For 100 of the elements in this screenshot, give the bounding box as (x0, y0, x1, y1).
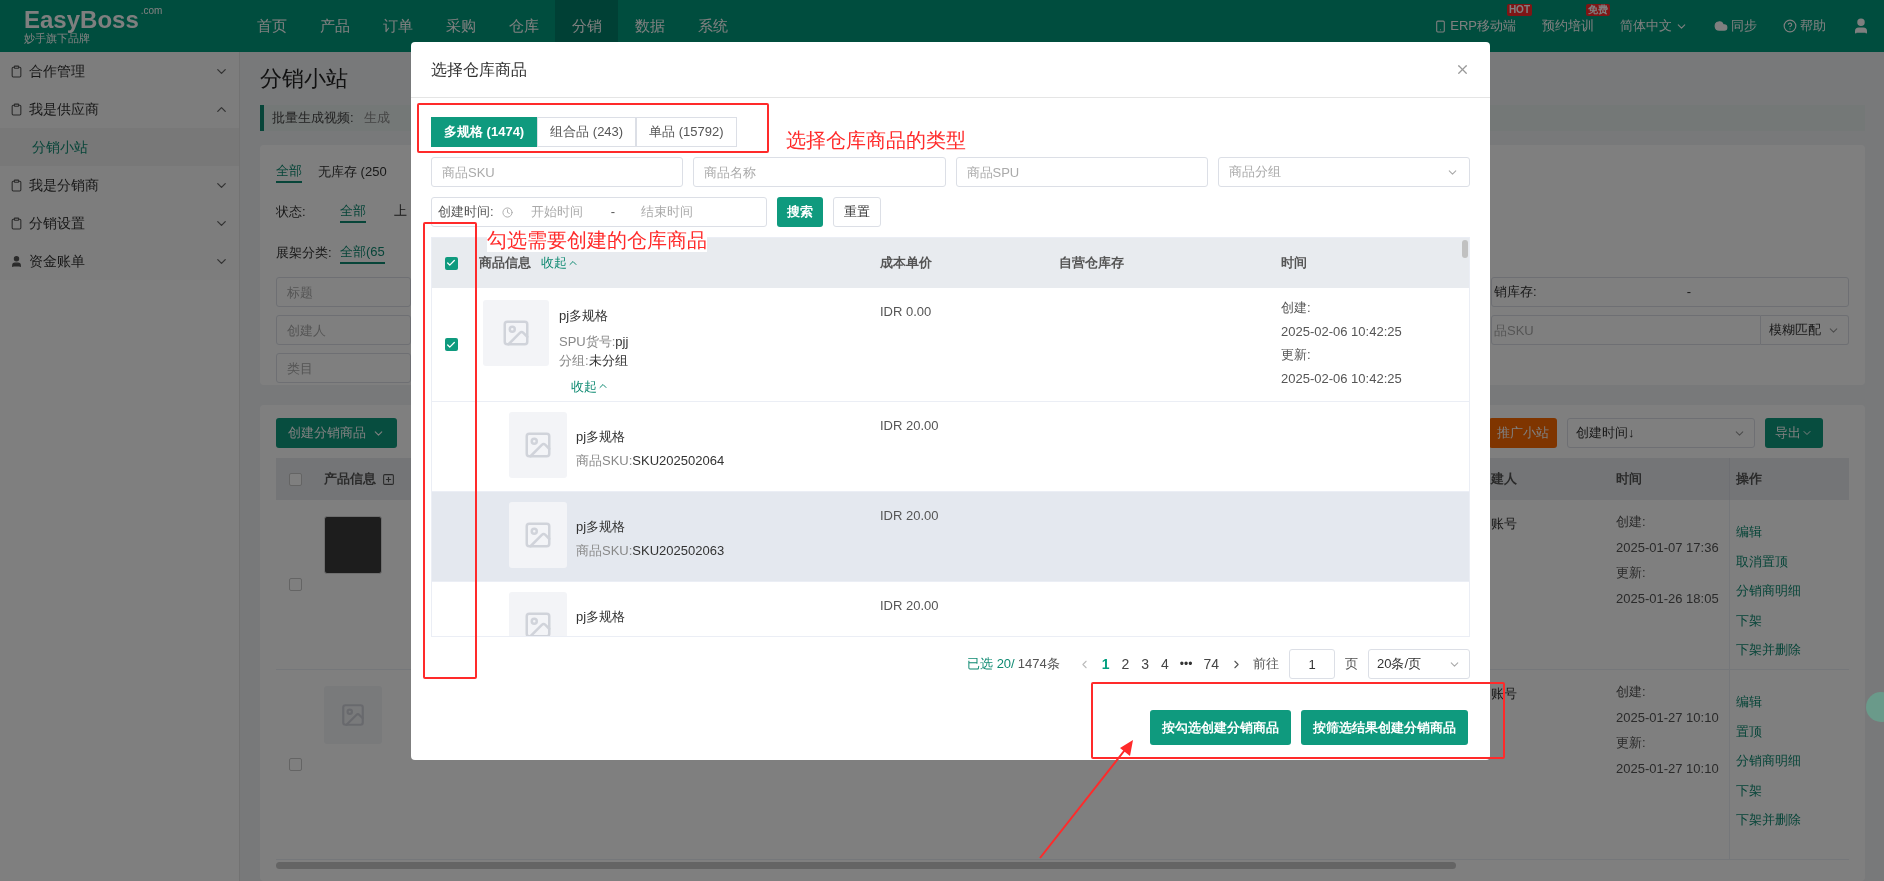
sidebar-item-label: 合作管理 (29, 61, 85, 81)
page-number[interactable]: 4 (1160, 653, 1170, 675)
type-tab[interactable]: 单品 (15792) (636, 117, 737, 147)
action-link[interactable]: 下架并删除 (1736, 640, 1801, 660)
row-checkbox[interactable] (444, 338, 458, 351)
nav-link[interactable]: 预约培训 (1542, 16, 1594, 36)
export-button[interactable]: 导出 (1765, 418, 1823, 448)
total-count: 1474条 (1017, 655, 1060, 674)
promote-button[interactable]: 推广小站 (1489, 418, 1557, 448)
nav-link[interactable]: 同步 (1714, 16, 1757, 36)
sku-value: SKU202502064 (632, 451, 725, 470)
page-number[interactable]: 2 (1120, 653, 1131, 675)
spu-value: pjj (615, 332, 629, 351)
create-distribution-button[interactable]: 按筛选结果创建分销商品 (1301, 710, 1468, 745)
date-range-field[interactable]: 创建时间: 开始时间 - 结束时间 (431, 197, 767, 227)
status-label: 状态: (276, 203, 307, 222)
column-header: 时间 (1281, 254, 1307, 273)
help-icon (1783, 19, 1797, 33)
selected-count: 已选 20/ (967, 655, 1015, 674)
select-all-checkbox[interactable] (288, 472, 302, 486)
goto-label: 前往 (1253, 655, 1279, 674)
action-link[interactable]: 分销商明细 (1736, 751, 1801, 771)
stock-field[interactable]: 销库存: - (1491, 277, 1849, 307)
nav-menu-item[interactable]: 首页 (240, 0, 303, 52)
filter-input[interactable]: 商品SPU (955, 157, 1208, 187)
filter-input[interactable]: 商品名称 (693, 157, 946, 187)
page-number[interactable]: 74 (1202, 653, 1220, 675)
time-label: 创建: (1281, 299, 1312, 317)
create-button[interactable]: 创建分销商品 (276, 418, 397, 448)
create-distribution-button[interactable]: 按勾选创建分销商品 (1150, 710, 1291, 745)
column-header: 操作 (1729, 458, 1849, 500)
group-select[interactable]: 商品分组 (1217, 157, 1470, 187)
column-header: 时间 (1616, 470, 1643, 489)
action-link[interactable]: 下架 (1736, 780, 1762, 800)
photo-placeholder (324, 516, 382, 574)
filter-option[interactable]: 无库存 (250 (318, 162, 387, 182)
horizontal-scrollbar[interactable] (276, 862, 1456, 869)
column-header: 建人 (1491, 470, 1518, 489)
nav-menu-item[interactable]: 产品 (303, 0, 366, 52)
action-link[interactable]: 编辑 (1736, 692, 1762, 712)
row-checkbox[interactable] (288, 758, 302, 771)
row-checkbox[interactable] (288, 578, 302, 591)
action-link[interactable]: 下架并删除 (1736, 810, 1801, 830)
search-button[interactable]: 搜索 (777, 197, 823, 227)
page-size-select[interactable]: 20条/页 (1368, 649, 1470, 679)
action-link[interactable]: 分销商明细 (1736, 581, 1801, 601)
nav-link[interactable]: 帮助 (1783, 16, 1826, 36)
page-number[interactable]: 1 (1100, 653, 1111, 675)
clock-icon (501, 206, 513, 218)
column-header: 成本单价 (880, 254, 933, 273)
action-link[interactable]: 编辑 (1736, 522, 1762, 542)
column-header: 商品信息 (479, 254, 531, 273)
collapse-link[interactable]: 收起 (571, 376, 629, 396)
time-label: 更新: (1616, 734, 1647, 752)
variant-name: pj多规格 (576, 428, 627, 446)
group-value: 未分组 (588, 352, 628, 370)
time-value: 2025-01-27 10:10 (1616, 759, 1720, 778)
filter-input[interactable]: 商品SKU (431, 157, 684, 187)
sidebar-item-label: 资金账单 (29, 251, 85, 271)
type-tab[interactable]: 多规格 (1474) (431, 117, 538, 147)
user-icon[interactable] (1852, 17, 1870, 35)
match-select[interactable]: 模糊匹配 (1761, 315, 1849, 345)
nav-link[interactable]: ERP移动端 (1434, 16, 1516, 36)
variant-name: pj多规格 (576, 608, 626, 626)
filter-option[interactable]: 全部 (276, 161, 302, 183)
phone-icon (1434, 19, 1448, 33)
select-all-checkbox[interactable] (444, 256, 458, 270)
annotation-text: 勾选需要创建的仓库商品 (487, 228, 707, 252)
stock-value: - (1686, 283, 1691, 302)
time-label: 更新: (1281, 346, 1312, 364)
action-link[interactable]: 取消置顶 (1736, 551, 1788, 571)
sidebar-item-label: 分销设置 (29, 213, 85, 233)
badge: 免费 (1586, 4, 1610, 17)
sku-value: SKU202502063 (632, 541, 725, 560)
filter-option[interactable]: 全部 (340, 201, 366, 223)
page-number[interactable]: 3 (1140, 653, 1150, 675)
sidebar-subitem[interactable]: 分销小站 (0, 128, 239, 166)
variant-row[interactable]: pj多规格 商品SKU:SKU202502063 IDR 20.00 (432, 492, 1469, 582)
nav-link[interactable]: 简体中文 (1620, 16, 1688, 36)
logo-text: EasyBoss (24, 7, 139, 32)
action-link[interactable]: 置顶 (1736, 721, 1762, 741)
page-unit: 页 (1345, 655, 1358, 674)
action-link[interactable]: 下架 (1736, 610, 1762, 630)
type-tab[interactable]: 组合品 (243) (537, 117, 637, 147)
collapse-all-link[interactable]: 收起 (541, 253, 579, 273)
price-cell-text: IDR 20.00 (880, 417, 940, 435)
image-placeholder (509, 502, 567, 568)
page-input[interactable]: 1 (1289, 649, 1335, 679)
sku-label: 商品SKU: (576, 451, 633, 470)
filter-option[interactable]: 上 (394, 201, 407, 223)
reset-button[interactable]: 重置 (833, 197, 881, 227)
sort-select[interactable]: 创建时间↓ (1567, 418, 1755, 448)
close-icon[interactable] (1455, 62, 1470, 77)
sidebar-item-label: 我是供应商 (29, 99, 99, 119)
page-ellipsis[interactable]: ••• (1179, 655, 1193, 673)
end-date-placeholder: 结束时间 (640, 203, 693, 222)
vertical-scrollbar[interactable] (1462, 240, 1468, 258)
time-value: 2025-01-27 10:10 (1616, 708, 1720, 727)
expand-icon[interactable] (382, 472, 395, 486)
filter-option[interactable]: 全部(65 (340, 242, 385, 264)
